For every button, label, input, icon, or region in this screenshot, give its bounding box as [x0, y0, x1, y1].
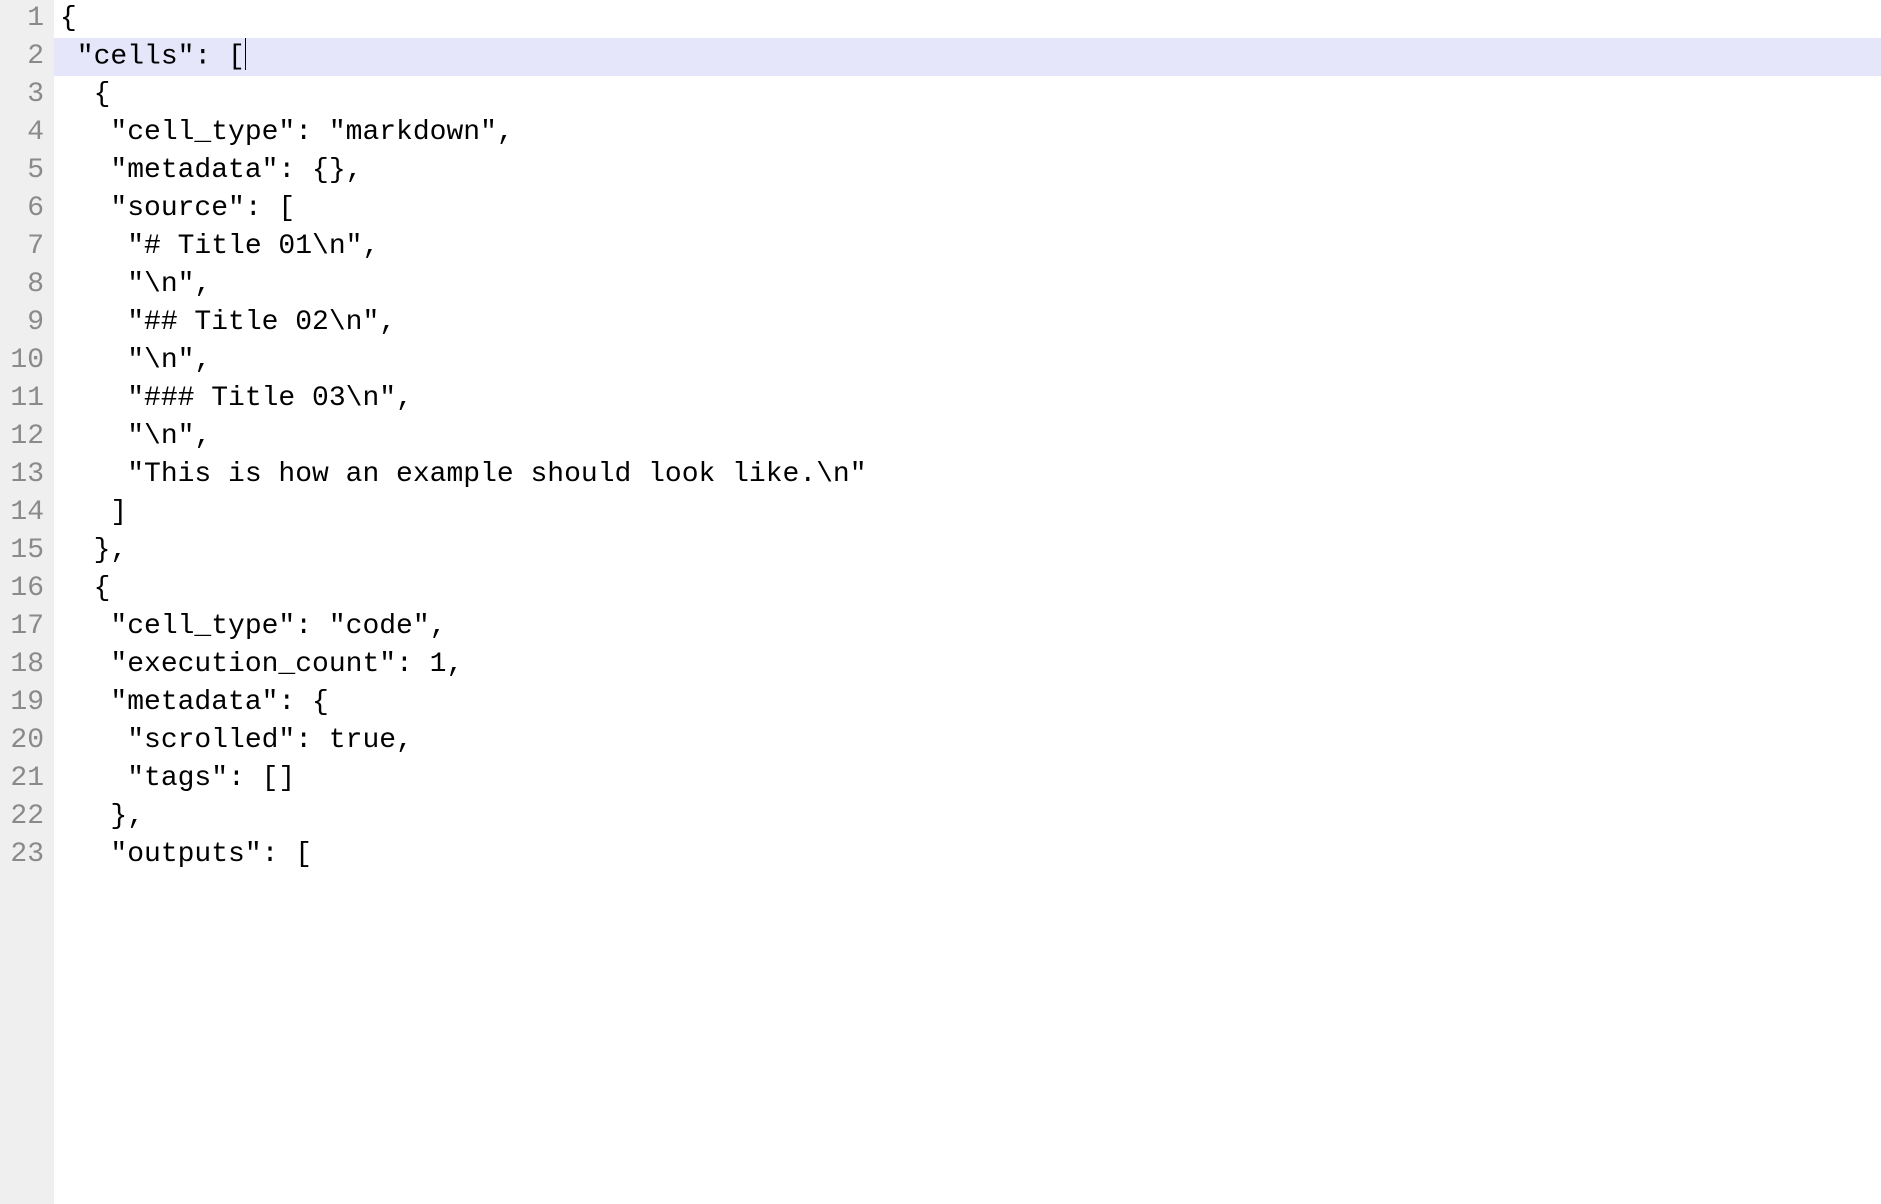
code-area[interactable]: { "cells": [ { "cell_type": "markdown", … [54, 0, 1881, 1204]
line-number: 19 [4, 684, 46, 722]
line-number: 4 [4, 114, 46, 152]
line-number: 13 [4, 456, 46, 494]
line-number-gutter: 1234567891011121314151617181920212223 [0, 0, 54, 1204]
line-number: 2 [4, 38, 46, 76]
code-line[interactable]: "cell_type": "markdown", [54, 114, 1881, 152]
line-number: 7 [4, 228, 46, 266]
code-line[interactable]: }, [54, 532, 1881, 570]
line-number: 20 [4, 722, 46, 760]
line-number: 18 [4, 646, 46, 684]
code-line[interactable]: "## Title 02\n", [54, 304, 1881, 342]
code-line[interactable]: "metadata": {}, [54, 152, 1881, 190]
code-line[interactable]: { [54, 570, 1881, 608]
code-line[interactable]: "cells": [ [54, 38, 1881, 76]
code-line[interactable]: { [54, 76, 1881, 114]
code-line[interactable]: "tags": [] [54, 760, 1881, 798]
code-line[interactable]: "execution_count": 1, [54, 646, 1881, 684]
line-number: 9 [4, 304, 46, 342]
line-number: 5 [4, 152, 46, 190]
code-line[interactable]: "source": [ [54, 190, 1881, 228]
line-number: 14 [4, 494, 46, 532]
code-line[interactable]: "scrolled": true, [54, 722, 1881, 760]
text-cursor [245, 38, 246, 70]
line-number: 11 [4, 380, 46, 418]
code-line[interactable]: "# Title 01\n", [54, 228, 1881, 266]
line-number: 22 [4, 798, 46, 836]
code-line[interactable]: "\n", [54, 342, 1881, 380]
line-number: 12 [4, 418, 46, 456]
code-line[interactable]: "\n", [54, 266, 1881, 304]
line-number: 16 [4, 570, 46, 608]
code-text: "cells": [ [60, 41, 245, 72]
code-editor[interactable]: 1234567891011121314151617181920212223 { … [0, 0, 1881, 1204]
code-line[interactable]: "### Title 03\n", [54, 380, 1881, 418]
line-number: 6 [4, 190, 46, 228]
line-number: 1 [4, 0, 46, 38]
code-line[interactable]: "\n", [54, 418, 1881, 456]
code-line[interactable]: { [54, 0, 1881, 38]
line-number: 8 [4, 266, 46, 304]
code-line[interactable]: "This is how an example should look like… [54, 456, 1881, 494]
line-number: 3 [4, 76, 46, 114]
code-line[interactable]: "cell_type": "code", [54, 608, 1881, 646]
line-number: 23 [4, 836, 46, 874]
code-line[interactable]: "metadata": { [54, 684, 1881, 722]
code-line[interactable]: ] [54, 494, 1881, 532]
line-number: 10 [4, 342, 46, 380]
code-line[interactable]: }, [54, 798, 1881, 836]
code-line[interactable]: "outputs": [ [54, 836, 1881, 874]
line-number: 17 [4, 608, 46, 646]
line-number: 15 [4, 532, 46, 570]
line-number: 21 [4, 760, 46, 798]
